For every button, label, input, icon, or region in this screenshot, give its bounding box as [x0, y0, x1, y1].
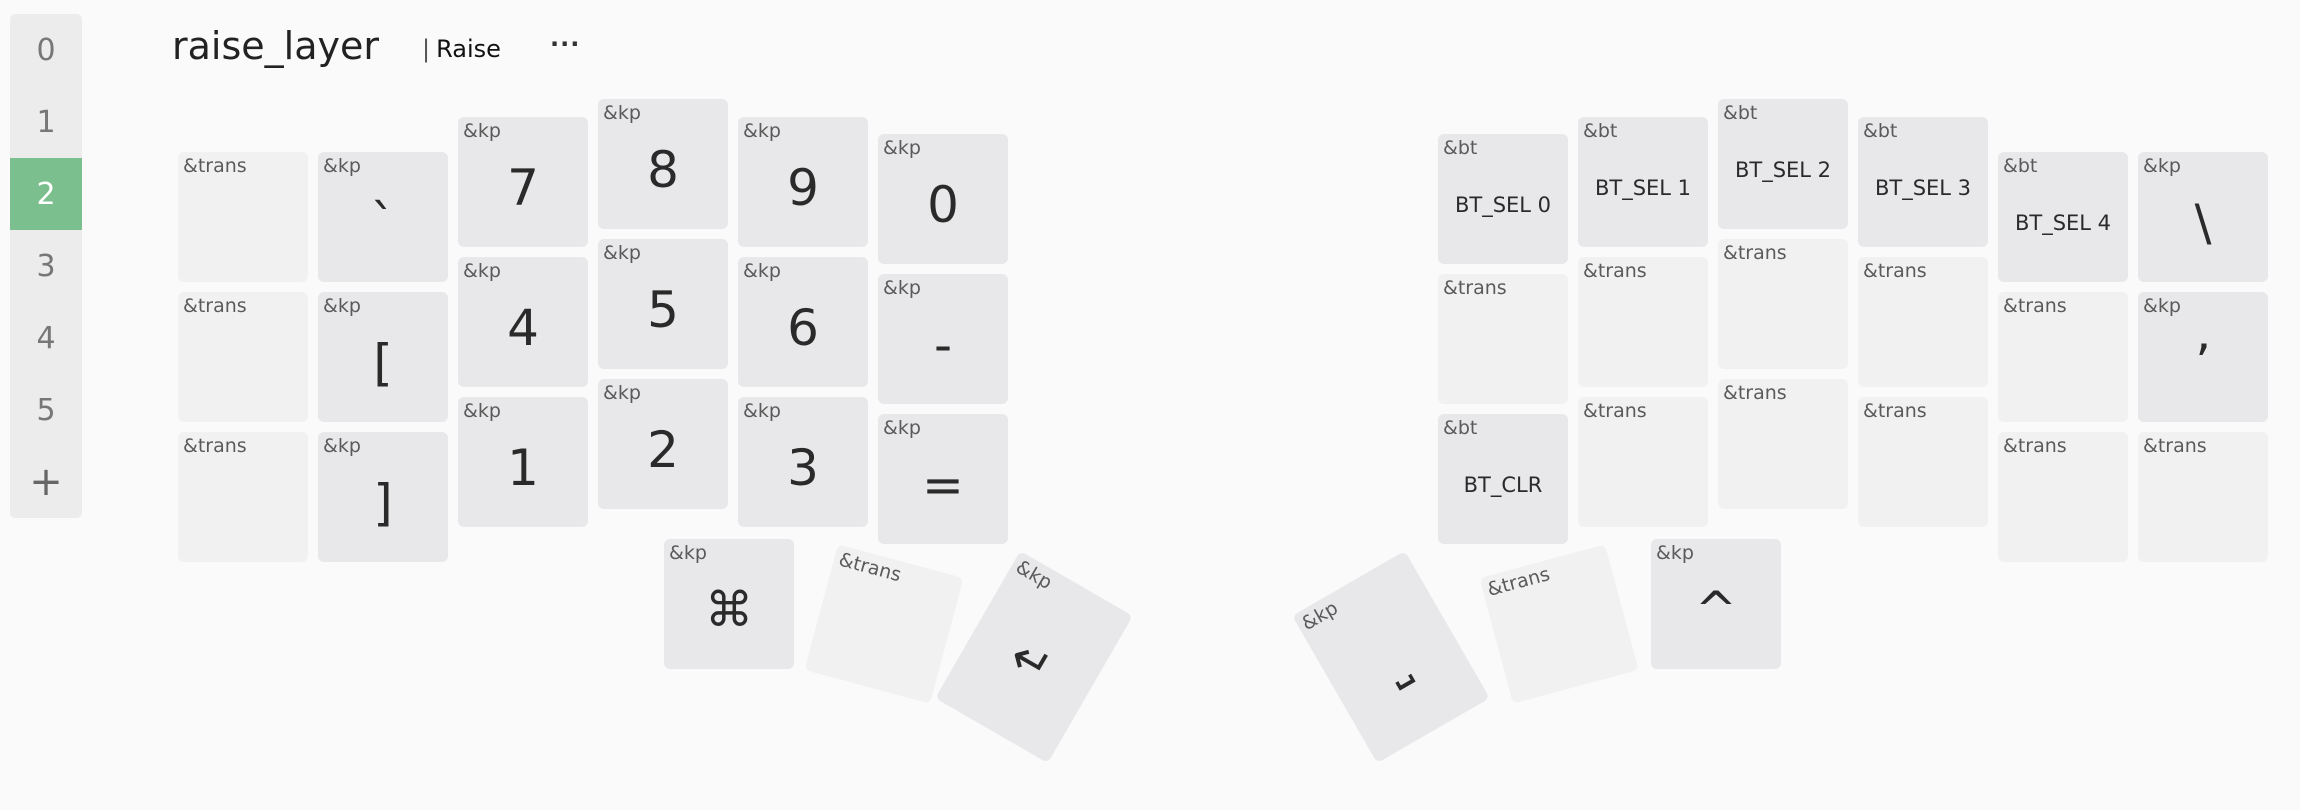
- key-40[interactable]: &trans: [1479, 544, 1639, 704]
- key-30[interactable]: &bt BT_CLR: [1438, 414, 1568, 544]
- key-param: 8: [647, 141, 679, 199]
- key-param: =: [922, 456, 964, 514]
- key-29[interactable]: &kp =: [878, 414, 1008, 544]
- key-9[interactable]: &bt BT_SEL 3: [1858, 117, 1988, 247]
- key-param: BT_SEL 4: [2014, 211, 2112, 235]
- key-4[interactable]: &kp 9: [738, 117, 868, 247]
- key-param: BT_SEL 0: [1454, 193, 1552, 217]
- key-param: 4: [507, 299, 539, 357]
- command-icon: ⌘: [705, 582, 753, 638]
- key-param: \: [2194, 194, 2212, 252]
- key-param: 9: [787, 159, 819, 217]
- key-binding: &trans: [1484, 563, 1553, 601]
- key-31[interactable]: &trans: [1578, 397, 1708, 527]
- key-binding: &trans: [2003, 295, 2067, 317]
- key-23[interactable]: &kp’: [2138, 292, 2268, 422]
- key-11[interactable]: &kp \: [2138, 152, 2268, 282]
- keyboard-layout: &trans &kp ` &kp 7 &kp 8 &kp 9 &kp 0 &bt BT_SEL 0 &bt…: [0, 0, 2300, 810]
- key-6[interactable]: &bt BT_SEL 0: [1438, 134, 1568, 264]
- key-22[interactable]: &trans: [1998, 292, 2128, 422]
- key-binding: &trans: [183, 435, 247, 457]
- key-param: ^: [1695, 581, 1737, 639]
- key-41[interactable]: &kp ^: [1651, 539, 1781, 669]
- key-7[interactable]: &bt BT_SEL 1: [1578, 117, 1708, 247]
- key-param: -: [933, 316, 953, 374]
- key-32[interactable]: &trans: [1718, 379, 1848, 509]
- key-binding: &trans: [836, 548, 904, 587]
- key-binding: &trans: [1723, 382, 1787, 404]
- key-binding: &trans: [1863, 260, 1927, 282]
- key-15[interactable]: &kp 5: [598, 239, 728, 369]
- key-13[interactable]: &kp[: [318, 292, 448, 422]
- key-param: 1: [507, 439, 539, 497]
- key-param: BT_SEL 2: [1734, 158, 1832, 182]
- key-param: ]: [373, 474, 393, 532]
- key-27[interactable]: &kp 2: [598, 379, 728, 509]
- key-param: [: [373, 334, 393, 392]
- key-param: ’: [2195, 334, 2211, 392]
- key-35[interactable]: &trans: [2138, 432, 2268, 562]
- key-33[interactable]: &trans: [1858, 397, 1988, 527]
- key-36[interactable]: &kp ⌘: [664, 539, 794, 669]
- key-19[interactable]: &trans: [1578, 257, 1708, 387]
- return-icon: ↵: [999, 627, 1063, 697]
- key-20[interactable]: &trans: [1718, 239, 1848, 369]
- key-param: 2: [647, 421, 679, 479]
- key-param: `: [370, 194, 396, 252]
- key-25[interactable]: &kp]: [318, 432, 448, 562]
- key-0[interactable]: &trans: [178, 152, 308, 282]
- key-38[interactable]: &kp ↵: [935, 550, 1133, 764]
- key-14[interactable]: &kp 4: [458, 257, 588, 387]
- key-binding: &trans: [1443, 277, 1507, 299]
- key-binding: &trans: [1583, 400, 1647, 422]
- key-18[interactable]: &trans: [1438, 274, 1568, 404]
- key-12[interactable]: &trans: [178, 292, 308, 422]
- key-binding: &trans: [183, 295, 247, 317]
- key-param: BT_SEL 3: [1874, 176, 1972, 200]
- key-39[interactable]: &kp ⎵: [1292, 550, 1490, 764]
- key-binding: &trans: [2143, 435, 2207, 457]
- key-10[interactable]: &bt BT_SEL 4: [1998, 152, 2128, 282]
- key-param: 7: [507, 159, 539, 217]
- key-21[interactable]: &trans: [1858, 257, 1988, 387]
- key-24[interactable]: &trans: [178, 432, 308, 562]
- key-param: 5: [647, 281, 679, 339]
- key-16[interactable]: &kp 6: [738, 257, 868, 387]
- key-8[interactable]: &bt BT_SEL 2: [1718, 99, 1848, 229]
- key-2[interactable]: &kp 7: [458, 117, 588, 247]
- key-param: 0: [927, 176, 959, 234]
- key-binding: &trans: [1863, 400, 1927, 422]
- key-1[interactable]: &kp `: [318, 152, 448, 282]
- key-param: BT_CLR: [1463, 473, 1543, 497]
- key-28[interactable]: &kp 3: [738, 397, 868, 527]
- key-binding: &trans: [2003, 435, 2067, 457]
- key-37[interactable]: &trans: [804, 544, 964, 704]
- key-5[interactable]: &kp 0: [878, 134, 1008, 264]
- key-34[interactable]: &trans: [1998, 432, 2128, 562]
- key-3[interactable]: &kp 8: [598, 99, 728, 229]
- key-param: 3: [787, 439, 819, 497]
- key-17[interactable]: &kp -: [878, 274, 1008, 404]
- key-binding: &trans: [183, 155, 247, 177]
- key-param: 6: [787, 299, 819, 357]
- key-binding: &trans: [1583, 260, 1647, 282]
- key-param: BT_SEL 1: [1594, 176, 1692, 200]
- key-binding: &trans: [1723, 242, 1787, 264]
- key-26[interactable]: &kp 1: [458, 397, 588, 527]
- space-icon: ⎵: [1371, 632, 1417, 691]
